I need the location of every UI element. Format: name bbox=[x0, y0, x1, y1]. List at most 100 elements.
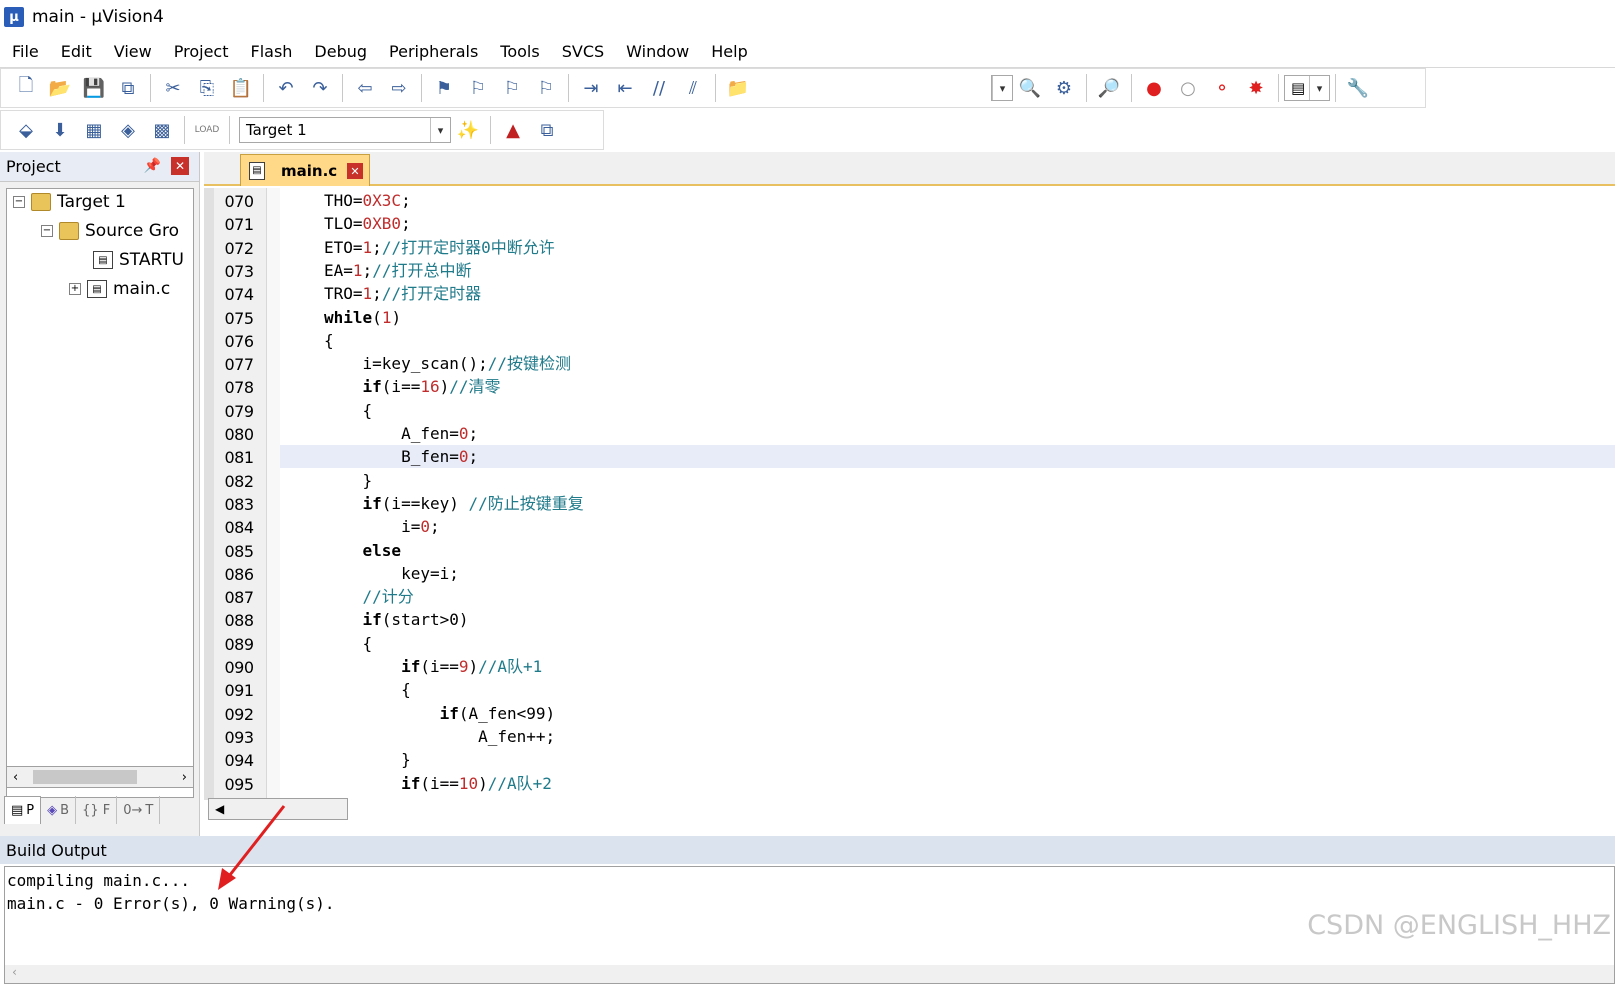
code-editor[interactable]: 070 071 072 073 074 075 076 077 078 079 080 081 082 0… bbox=[204, 188, 1615, 824]
menu-file[interactable]: File bbox=[12, 42, 39, 61]
new-file-icon[interactable]: 🗋 bbox=[12, 74, 40, 102]
scroll-left-icon[interactable]: ◀ bbox=[215, 802, 224, 816]
code-line[interactable]: if(i==16)//清零 bbox=[280, 375, 1615, 398]
open-folder-icon[interactable]: 📂 bbox=[46, 74, 74, 102]
code-line[interactable]: key=i; bbox=[280, 562, 1615, 585]
code-line[interactable]: } bbox=[280, 748, 1615, 771]
tree-item-source-group[interactable]: − Source Gro bbox=[41, 218, 179, 244]
scroll-left-icon[interactable]: ‹ bbox=[13, 770, 18, 785]
find-combo[interactable]: ▾ bbox=[991, 75, 1013, 101]
menu-window[interactable]: Window bbox=[626, 42, 689, 61]
code-line[interactable]: { bbox=[280, 329, 1615, 352]
undo-icon[interactable]: ↶ bbox=[272, 74, 300, 102]
code-line[interactable]: if(i==key) //防止按键重复 bbox=[280, 492, 1615, 515]
batch-build-icon[interactable]: ◈ bbox=[114, 116, 142, 144]
prev-bookmark-icon[interactable]: ⚐ bbox=[464, 74, 492, 102]
menu-view[interactable]: View bbox=[114, 42, 152, 61]
breakpoint-icon[interactable]: ● bbox=[1140, 74, 1168, 102]
tab-main-c[interactable]: ▤ main.c ✕ bbox=[240, 154, 370, 186]
manage-components-icon[interactable]: ▲ bbox=[499, 116, 527, 144]
code-line[interactable]: i=0; bbox=[280, 515, 1615, 538]
incremental-find-icon[interactable]: 🔍 bbox=[1016, 74, 1044, 102]
code-line[interactable]: while(1) bbox=[280, 306, 1615, 329]
comment-icon[interactable]: // bbox=[645, 74, 673, 102]
collapse-icon[interactable]: − bbox=[41, 225, 53, 237]
close-icon[interactable]: ✕ bbox=[347, 163, 363, 179]
menu-help[interactable]: Help bbox=[711, 42, 747, 61]
kill-breakpoints-icon[interactable]: ✸ bbox=[1242, 74, 1270, 102]
source-browser-icon[interactable]: ⚙ bbox=[1050, 74, 1078, 102]
scroll-right-icon[interactable]: › bbox=[182, 770, 187, 785]
stop-build-icon[interactable]: ▩ bbox=[148, 116, 176, 144]
target-select[interactable]: Target 1 ▾ bbox=[239, 117, 451, 143]
menu-svcs[interactable]: SVCS bbox=[562, 42, 604, 61]
save-all-icon[interactable]: ⧉ bbox=[114, 74, 142, 102]
code-line[interactable]: TRO=1;//打开定时器 bbox=[280, 282, 1615, 305]
code-line[interactable]: else bbox=[280, 539, 1615, 562]
target-options-icon[interactable]: ✨ bbox=[454, 116, 482, 144]
build-output-scrollbar[interactable]: ‹ bbox=[5, 965, 1614, 983]
paste-icon[interactable]: 📋 bbox=[227, 74, 255, 102]
copy-icon[interactable]: ⎘ bbox=[193, 74, 221, 102]
tab-books[interactable]: ◈ B bbox=[41, 796, 77, 824]
tree-item-target[interactable]: − Target 1 bbox=[13, 189, 126, 215]
tab-functions[interactable]: {} F bbox=[76, 796, 118, 824]
code-line[interactable]: THO=0X3C; bbox=[280, 189, 1615, 212]
menu-peripherals[interactable]: Peripherals bbox=[389, 42, 478, 61]
code-line[interactable]: { bbox=[280, 632, 1615, 655]
tab-templates[interactable]: 0→ T bbox=[117, 796, 161, 824]
code-line[interactable]: { bbox=[280, 678, 1615, 701]
download-icon[interactable]: LOAD bbox=[193, 116, 221, 144]
selection-margin[interactable] bbox=[204, 188, 214, 800]
code-line[interactable]: if(i==10)//A队+2 bbox=[280, 772, 1615, 795]
next-bookmark-icon[interactable]: ⚐ bbox=[498, 74, 526, 102]
menu-debug[interactable]: Debug bbox=[314, 42, 367, 61]
tree-item-startup[interactable]: ▤ STARTU bbox=[93, 247, 184, 273]
rebuild-icon[interactable]: ▦ bbox=[80, 116, 108, 144]
unindent-icon[interactable]: ⇤ bbox=[611, 74, 639, 102]
pin-icon[interactable]: 📌 bbox=[144, 158, 161, 174]
current-code-line[interactable]: B_fen=0; bbox=[280, 445, 1615, 469]
menu-edit[interactable]: Edit bbox=[61, 42, 92, 61]
indent-icon[interactable]: ⇥ bbox=[577, 74, 605, 102]
clear-bookmarks-icon[interactable]: ⚐ bbox=[532, 74, 560, 102]
navigate-forward-icon[interactable]: ⇨ bbox=[385, 74, 413, 102]
disable-all-breakpoints-icon[interactable]: ⚬ bbox=[1208, 74, 1236, 102]
code-line[interactable]: A_fen++; bbox=[280, 725, 1615, 748]
scrollbar-thumb[interactable] bbox=[33, 770, 137, 784]
save-icon[interactable]: 💾 bbox=[80, 74, 108, 102]
navigate-back-icon[interactable]: ⇦ bbox=[351, 74, 379, 102]
redo-icon[interactable]: ↷ bbox=[306, 74, 334, 102]
editor-horizontal-scrollbar[interactable]: ◀ bbox=[208, 798, 348, 820]
find-in-files-icon[interactable]: 📁 bbox=[724, 74, 752, 102]
expand-icon[interactable]: + bbox=[69, 283, 81, 295]
tree-item-main-c[interactable]: + ▤ main.c bbox=[69, 276, 170, 302]
build-icon[interactable]: ⬇ bbox=[46, 116, 74, 144]
uncomment-icon[interactable]: ⫽ bbox=[679, 74, 707, 102]
code-line[interactable]: if(start>0) bbox=[280, 608, 1615, 631]
menu-project[interactable]: Project bbox=[174, 42, 229, 61]
tab-project[interactable]: ▤ P bbox=[4, 796, 42, 824]
code-line[interactable]: //计分 bbox=[280, 585, 1615, 608]
fold-margin[interactable] bbox=[266, 188, 280, 800]
configure-icon[interactable]: 🔧 bbox=[1344, 74, 1372, 102]
manage-books-icon[interactable]: ⧉ bbox=[533, 116, 561, 144]
code-line[interactable]: } bbox=[280, 469, 1615, 492]
disable-breakpoint-icon[interactable]: ○ bbox=[1174, 74, 1202, 102]
code-line[interactable]: { bbox=[280, 399, 1615, 422]
code-line[interactable]: EA=1;//打开总中断 bbox=[280, 259, 1615, 282]
menu-flash[interactable]: Flash bbox=[250, 42, 292, 61]
cut-icon[interactable]: ✂ bbox=[159, 74, 187, 102]
close-icon[interactable]: ✕ bbox=[171, 157, 189, 175]
code-line[interactable]: i=key_scan();//按键检测 bbox=[280, 352, 1615, 375]
tree-horizontal-scrollbar[interactable]: ‹ › bbox=[6, 766, 194, 788]
code-line[interactable]: TLO=0XB0; bbox=[280, 212, 1615, 235]
collapse-icon[interactable]: − bbox=[13, 196, 25, 208]
debug-session-icon[interactable]: 🔎 bbox=[1095, 74, 1123, 102]
code-line[interactable]: if(A_fen<99) bbox=[280, 702, 1615, 725]
code-line[interactable]: ETO=1;//打开定时器0中断允许 bbox=[280, 236, 1615, 259]
code-line[interactable]: A_fen=0; bbox=[280, 422, 1615, 445]
menu-tools[interactable]: Tools bbox=[500, 42, 539, 61]
window-config-combo[interactable]: ▤ ▾ bbox=[1284, 75, 1330, 101]
bookmark-icon[interactable]: ⚑ bbox=[430, 74, 458, 102]
